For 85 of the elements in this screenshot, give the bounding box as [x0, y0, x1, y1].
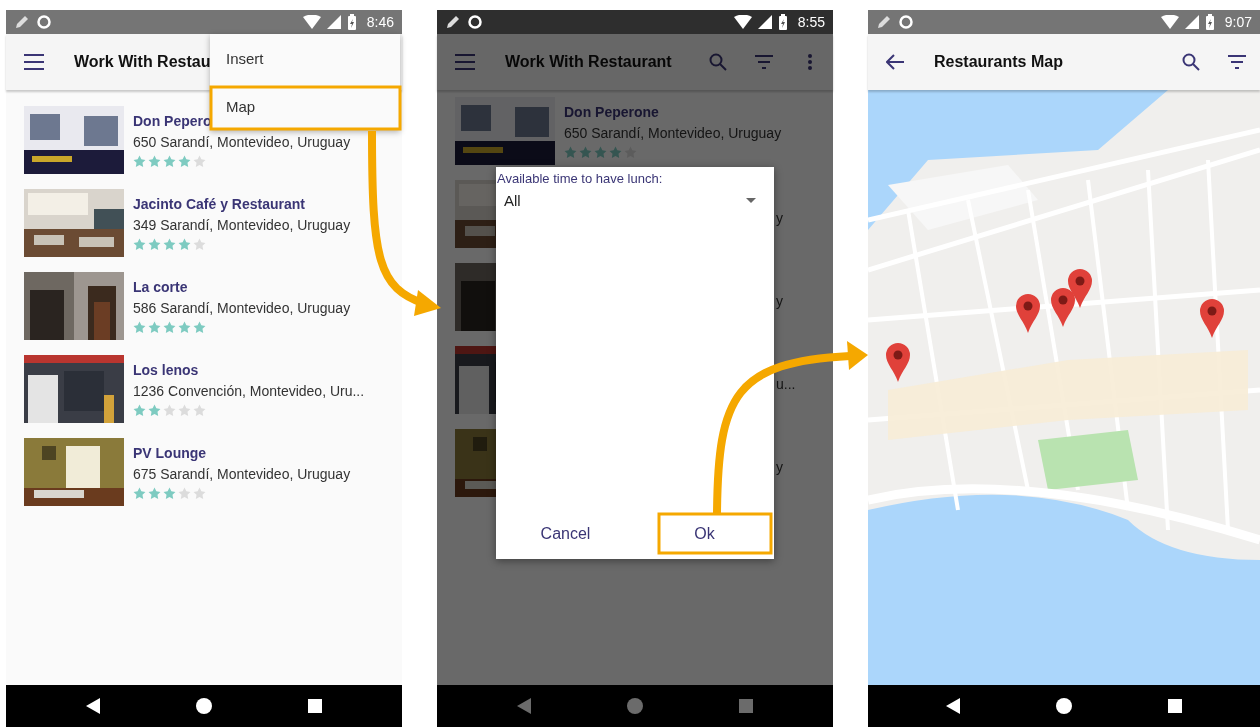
address-fragment: y: [776, 459, 783, 475]
address-fragment: y: [776, 293, 783, 309]
home-icon[interactable]: [1056, 698, 1072, 714]
status-time: 8:46: [366, 14, 394, 30]
map-pin-icon[interactable]: [1015, 293, 1041, 333]
signal-icon: [757, 15, 772, 29]
star-icon: [564, 146, 577, 159]
pencil-icon: [445, 14, 461, 30]
ring-icon: [898, 14, 914, 30]
wifi-icon: [1160, 15, 1179, 29]
star-icon: [148, 404, 161, 417]
signal-icon: [1184, 15, 1199, 29]
map-pin-icon[interactable]: [1050, 287, 1076, 327]
star-icon: [193, 404, 206, 417]
restaurant-name[interactable]: PV Lounge: [133, 445, 402, 461]
battery-icon: [777, 14, 788, 30]
search-icon[interactable]: [1182, 53, 1200, 71]
star-icon: [133, 155, 146, 168]
star-icon: [163, 404, 176, 417]
status-time: 9:07: [1224, 14, 1252, 30]
star-icon: [133, 404, 146, 417]
star-icon: [178, 321, 191, 334]
home-icon[interactable]: [196, 698, 212, 714]
restaurant-name[interactable]: La corte: [133, 279, 402, 295]
address-fragment: u...: [776, 376, 796, 392]
battery-icon: [1204, 14, 1215, 30]
dropdown-caret-icon[interactable]: [746, 198, 756, 203]
map-pin-icon[interactable]: [885, 342, 911, 382]
star-icon: [148, 321, 161, 334]
back-icon[interactable]: [86, 698, 100, 714]
star-icon: [193, 238, 206, 251]
star-icon: [163, 238, 176, 251]
screen-title: Work With Restaurant: [505, 53, 672, 71]
star-icon: [163, 321, 176, 334]
map-pin-icon[interactable]: [1199, 298, 1225, 338]
star-icon: [148, 155, 161, 168]
wifi-icon: [302, 15, 321, 29]
address-fragment: y: [776, 210, 783, 226]
restaurant-address: 349 Sarandí, Montevideo, Uruguay: [133, 217, 352, 233]
star-icon: [193, 487, 206, 500]
field-label: Available time to have lunch:: [496, 170, 664, 186]
star-icon: [178, 404, 191, 417]
restaurant-name[interactable]: Jacinto Café y Restaurant: [133, 196, 402, 212]
dialog-button[interactable]: Ok: [635, 509, 774, 559]
star-icon: [178, 487, 191, 500]
menu-item[interactable]: Map: [210, 82, 400, 130]
dropdown-field[interactable]: All: [496, 186, 774, 209]
star-icon: [163, 487, 176, 500]
menu-icon[interactable]: [24, 54, 44, 70]
restaurant-address: 650 Sarandí, Montevideo, Uruguay: [133, 134, 352, 150]
restaurant-address: 1236 Convención, Montevideo, Uru...: [133, 383, 366, 399]
more-icon[interactable]: [808, 54, 812, 70]
ring-icon: [36, 14, 52, 30]
pencil-icon: [14, 14, 30, 30]
star-icon: [178, 155, 191, 168]
restaurant-address: 675 Sarandí, Montevideo, Uruguay: [133, 466, 352, 482]
dialog-button[interactable]: Cancel: [496, 509, 635, 559]
back-icon[interactable]: [946, 698, 960, 714]
back-arrow-icon[interactable]: [886, 54, 904, 70]
star-icon: [133, 487, 146, 500]
screen-title: Work With Restau: [74, 53, 211, 71]
restaurant-address: 650 Sarandí, Montevideo, Uruguay: [564, 125, 783, 141]
star-icon: [148, 238, 161, 251]
battery-icon: [346, 14, 357, 30]
star-icon: [193, 321, 206, 334]
screen-title: Restaurants Map: [934, 53, 1063, 71]
star-icon: [148, 487, 161, 500]
star-icon: [178, 238, 191, 251]
pencil-icon: [876, 14, 892, 30]
map-pin-icon[interactable]: [1067, 268, 1093, 308]
star-icon: [594, 146, 607, 159]
star-icon: [133, 238, 146, 251]
status-time: 8:55: [797, 14, 825, 30]
star-icon: [579, 146, 592, 159]
filter-icon[interactable]: [1228, 55, 1246, 69]
star-icon: [133, 321, 146, 334]
restaurant-address: 586 Sarandí, Montevideo, Uruguay: [133, 300, 352, 316]
star-icon: [163, 155, 176, 168]
star-icon: [609, 146, 622, 159]
star-icon: [193, 155, 206, 168]
restaurant-name[interactable]: Los lenos: [133, 362, 402, 378]
ring-icon: [467, 14, 483, 30]
wifi-icon: [733, 15, 752, 29]
menu-item[interactable]: Insert: [210, 34, 400, 82]
signal-icon: [326, 15, 341, 29]
